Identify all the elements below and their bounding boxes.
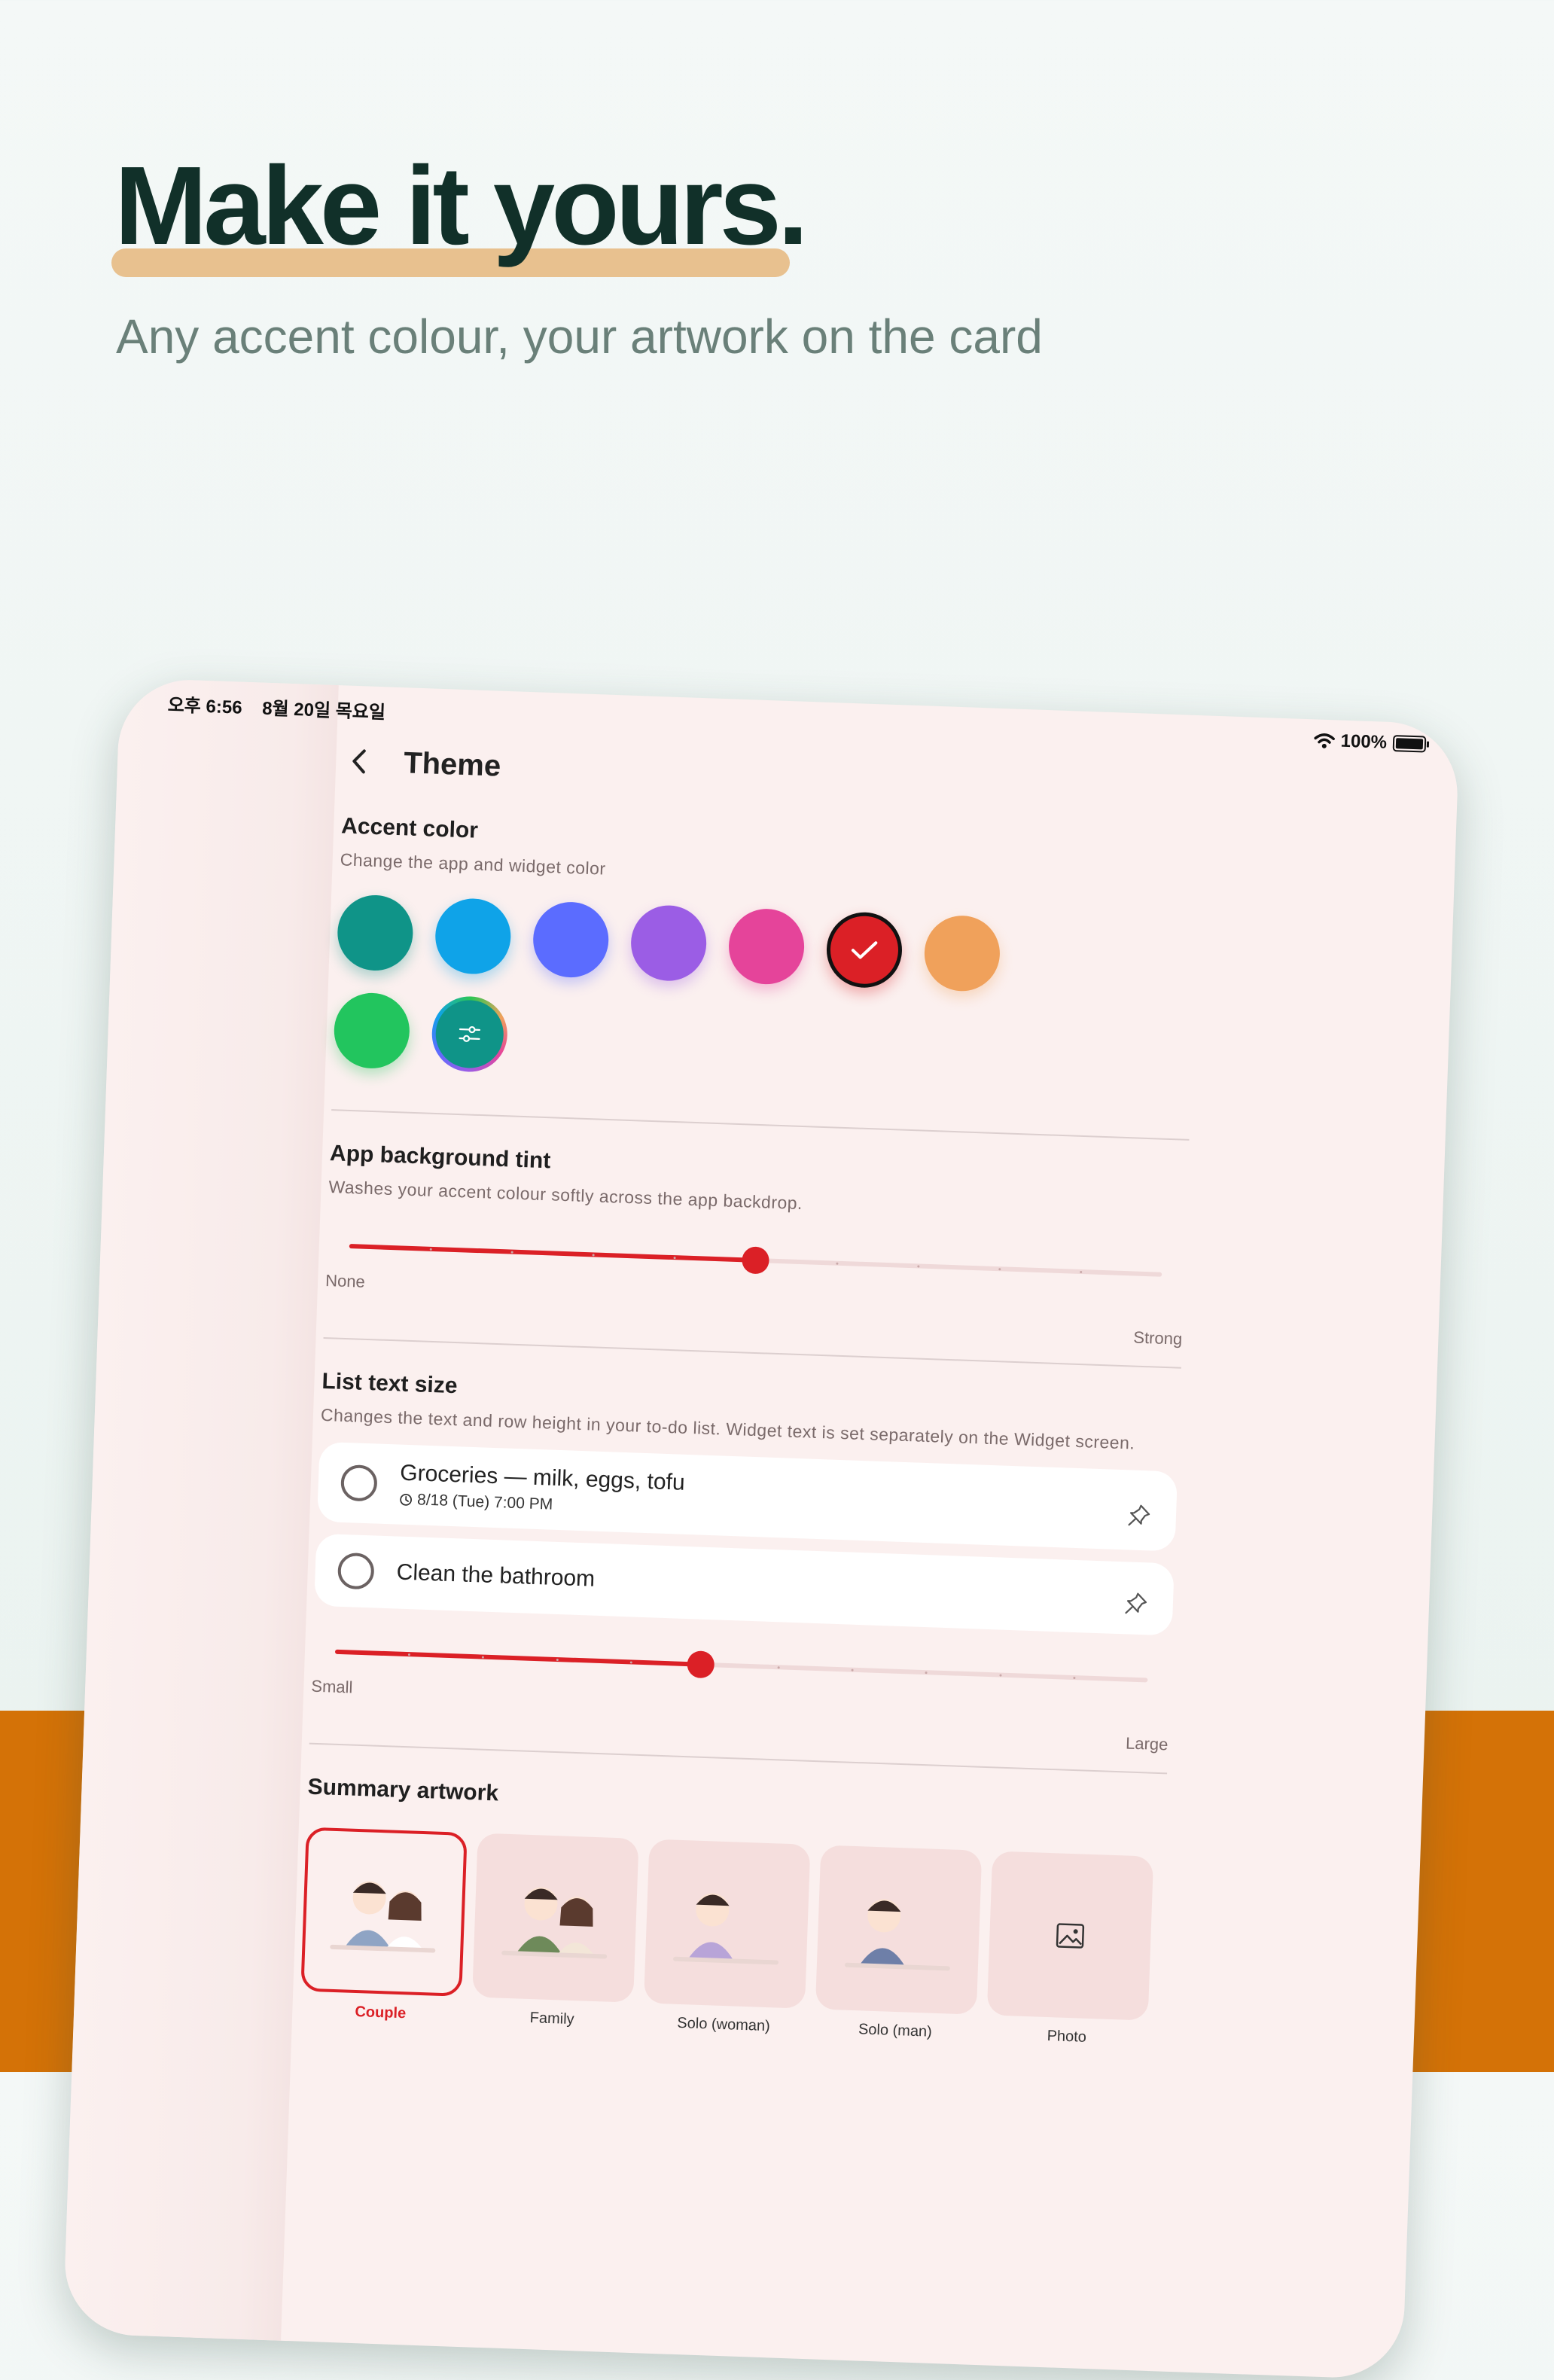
battery-icon — [1392, 735, 1427, 753]
slider-tick — [673, 1257, 676, 1260]
artwork-label: Solo (woman) — [677, 2014, 771, 2035]
size-max-label: Large — [1125, 1733, 1169, 1754]
slider-tick — [998, 1268, 1001, 1271]
artwork-option[interactable]: Solo (man) — [815, 1845, 983, 2042]
accent-color-section: Accent color Change the app and widget c… — [333, 813, 1199, 1097]
battery-percent: 100% — [1340, 730, 1388, 753]
artwork-thumbnail[interactable] — [643, 1839, 811, 2009]
status-bar-right: 100% — [1313, 730, 1427, 754]
slider-track — [334, 1649, 1148, 1683]
status-time: 오후 6:56 — [167, 695, 243, 718]
character-illustration — [501, 1887, 608, 1959]
color-swatch[interactable] — [333, 992, 411, 1070]
character-illustration — [673, 1893, 779, 1965]
back-button[interactable] — [343, 745, 374, 776]
slider-tick — [925, 1671, 928, 1675]
custom-color-button[interactable] — [431, 995, 509, 1074]
theme-settings: Theme Accent color Change the app and wi… — [300, 730, 1202, 2049]
todo-due: 8/18 (Tue) 7:00 PM — [399, 1491, 684, 1519]
pin-icon[interactable] — [1123, 1590, 1149, 1617]
todo-due-text: 8/18 (Tue) 7:00 PM — [416, 1491, 553, 1513]
chevron-left-icon — [352, 749, 366, 774]
slider-tick — [851, 1668, 854, 1671]
text-size-section: List text size Changes the text and row … — [310, 1369, 1181, 1754]
artwork-label: Family — [529, 2010, 574, 2028]
tablet-frame: 오후 6:56 8월 20일 목요일 100% Theme Accent col… — [62, 678, 1460, 2380]
slider-thumb[interactable] — [687, 1650, 715, 1679]
artwork-option[interactable]: Solo (woman) — [643, 1839, 811, 2036]
wifi-icon — [1314, 733, 1335, 748]
slider-tick — [836, 1262, 839, 1265]
slider-thumb[interactable] — [741, 1246, 770, 1275]
complete-radio[interactable] — [340, 1464, 378, 1502]
todo-preview-row[interactable]: Groceries — milk, eggs, tofu 8/18 (Tue) … — [317, 1441, 1178, 1552]
artwork-thumbnail[interactable] — [472, 1833, 639, 2003]
todo-title: Groceries — milk, eggs, tofu — [399, 1460, 686, 1495]
character-illustration — [330, 1881, 436, 1953]
tint-min-label: None — [325, 1270, 366, 1291]
image-icon — [1056, 1923, 1085, 1949]
color-swatch-grid — [333, 894, 1091, 1093]
sidebar-panel — [62, 678, 339, 2341]
size-min-label: Small — [310, 1676, 353, 1697]
status-date: 8월 20일 목요일 — [261, 698, 386, 724]
color-swatch[interactable] — [336, 894, 415, 972]
check-icon — [851, 941, 878, 959]
page-title: Theme — [403, 745, 501, 783]
artwork-label: Photo — [1047, 2028, 1087, 2046]
slider-tick — [999, 1674, 1002, 1677]
artwork-thumbnail[interactable] — [986, 1851, 1154, 2021]
color-swatch[interactable] — [923, 914, 1001, 992]
slider-tick — [429, 1248, 432, 1251]
todo-title: Clean the bathroom — [396, 1559, 596, 1592]
slider-track — [349, 1244, 1162, 1277]
slider-tick — [556, 1658, 559, 1662]
color-swatch[interactable] — [825, 910, 903, 989]
color-swatch[interactable] — [727, 907, 806, 986]
summary-artwork-section: Summary artwork Couple Family Solo (woman)… — [300, 1775, 1166, 2049]
slider-tick — [1073, 1676, 1076, 1680]
color-swatch[interactable] — [629, 904, 708, 983]
artwork-thumbnail[interactable] — [300, 1827, 468, 1997]
artwork-options: Couple Family Solo (woman) Solo (man) Photo — [300, 1827, 1164, 2049]
sliders-icon — [459, 1025, 481, 1042]
pin-icon[interactable] — [1126, 1502, 1152, 1528]
clock-icon — [400, 1493, 413, 1506]
slider-tick — [629, 1661, 632, 1664]
slider-tick — [510, 1251, 513, 1254]
artwork-option[interactable]: Couple — [300, 1827, 468, 2025]
hero-subtitle: Any accent colour, your artwork on the c… — [116, 309, 1043, 364]
todo-preview-row[interactable]: Clean the bathroom — [314, 1533, 1175, 1636]
color-swatch[interactable] — [532, 900, 610, 979]
artwork-label: Solo (man) — [858, 2021, 933, 2040]
nav-bar: Theme — [343, 730, 1202, 821]
character-illustration — [844, 1899, 950, 1971]
artwork-thumbnail[interactable] — [815, 1845, 983, 2015]
artwork-label: Couple — [355, 2003, 407, 2022]
tint-max-label: Strong — [1132, 1327, 1183, 1348]
slider-tick — [917, 1265, 920, 1268]
artwork-option[interactable]: Photo — [986, 1851, 1154, 2048]
divider — [331, 1109, 1190, 1141]
artwork-option[interactable]: Family — [471, 1833, 639, 2031]
slider-tick — [1080, 1270, 1083, 1274]
background-tint-section: App background tint Washes your accent c… — [324, 1141, 1188, 1349]
slider-tick — [592, 1254, 595, 1257]
color-swatch[interactable] — [434, 897, 513, 976]
slider-tick — [777, 1666, 780, 1669]
artwork-title: Summary artwork — [307, 1774, 499, 1806]
hero-title: Make it yours. — [114, 144, 809, 268]
custom-color-fill — [434, 998, 505, 1070]
complete-radio[interactable] — [337, 1552, 375, 1590]
